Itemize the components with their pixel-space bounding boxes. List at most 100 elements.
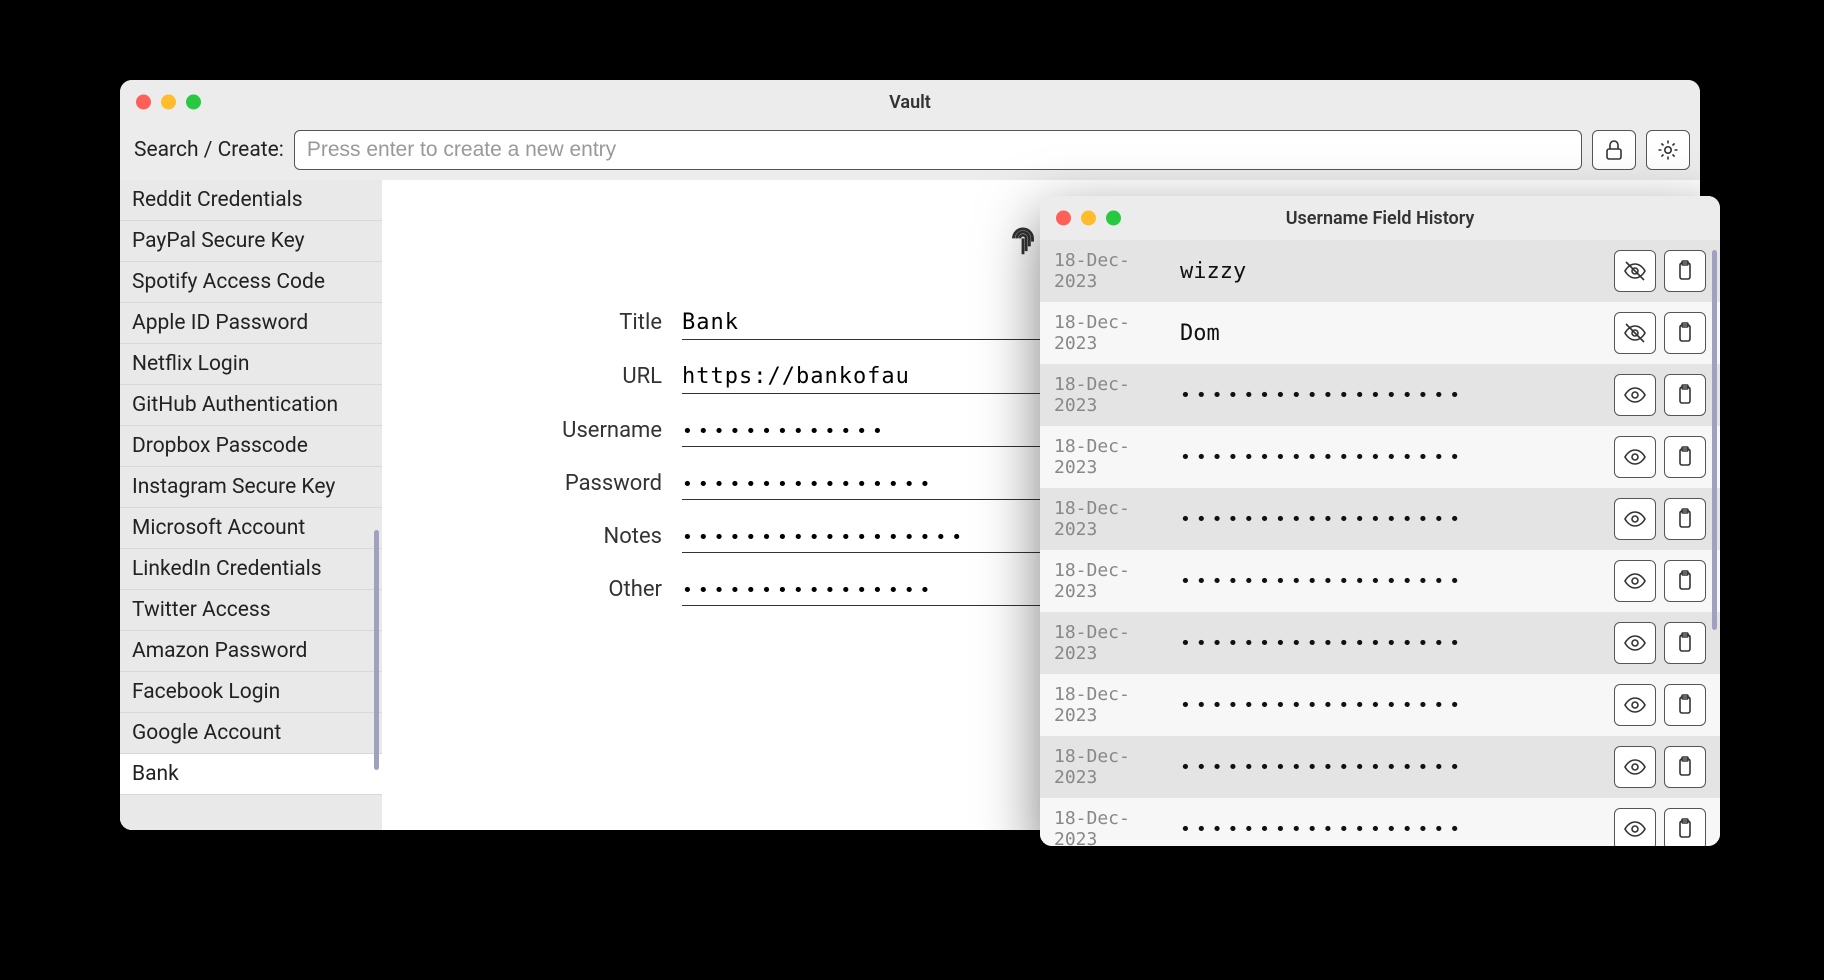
history-value: •••••••••••••••••• [1180, 819, 1598, 840]
history-row: 18-Dec-2023 •••••••••••••••••• [1040, 612, 1720, 674]
reveal-button[interactable] [1614, 622, 1656, 664]
history-row: 18-Dec-2023 wizzy [1040, 240, 1720, 302]
sidebar[interactable]: Reddit CredentialsPayPal Secure KeySpoti… [120, 180, 382, 830]
eye-icon [1623, 693, 1647, 717]
history-date: 18-Dec-2023 [1054, 250, 1164, 292]
history-window: Username Field History 18-Dec-2023wizzy1… [1040, 196, 1720, 846]
history-value: •••••••••••••••••• [1180, 757, 1598, 778]
sidebar-item[interactable]: Google Account [120, 713, 382, 754]
field-label: Other [442, 577, 662, 602]
sidebar-item[interactable]: Reddit Credentials [120, 180, 382, 221]
search-input[interactable] [294, 130, 1582, 170]
history-value: •••••••••••••••••• [1180, 509, 1598, 530]
history-row: 18-Dec-2023 •••••••••••••••••• [1040, 364, 1720, 426]
history-value: •••••••••••••••••• [1180, 695, 1598, 716]
settings-button[interactable] [1646, 130, 1690, 170]
close-button[interactable] [136, 95, 151, 110]
copy-button[interactable] [1664, 622, 1706, 664]
eye-icon [1623, 817, 1647, 841]
clipboard-icon [1673, 693, 1697, 717]
sidebar-item[interactable]: Netflix Login [120, 344, 382, 385]
copy-button[interactable] [1664, 250, 1706, 292]
sidebar-item[interactable]: Amazon Password [120, 631, 382, 672]
history-value: •••••••••••••••••• [1180, 385, 1598, 406]
sidebar-item[interactable]: Microsoft Account [120, 508, 382, 549]
field-label: Username [442, 418, 662, 443]
reveal-button[interactable] [1614, 560, 1656, 602]
sidebar-item[interactable]: Twitter Access [120, 590, 382, 631]
lock-icon [1602, 138, 1626, 162]
sidebar-item[interactable]: Bank [120, 754, 382, 795]
reveal-button[interactable] [1614, 436, 1656, 478]
eye-icon [1623, 383, 1647, 407]
minimize-button[interactable] [1081, 211, 1096, 226]
sidebar-item[interactable]: Spotify Access Code [120, 262, 382, 303]
copy-button[interactable] [1664, 436, 1706, 478]
clipboard-icon [1673, 569, 1697, 593]
sidebar-item[interactable]: GitHub Authentication [120, 385, 382, 426]
history-actions [1614, 250, 1706, 292]
copy-button[interactable] [1664, 312, 1706, 354]
field-label: Notes [442, 524, 662, 549]
reveal-button[interactable] [1614, 684, 1656, 726]
history-date: 18-Dec-2023 [1054, 374, 1164, 416]
reveal-button[interactable] [1614, 808, 1656, 846]
sidebar-item[interactable]: LinkedIn Credentials [120, 549, 382, 590]
main-titlebar: Vault [120, 80, 1700, 124]
sidebar-item[interactable]: PayPal Secure Key [120, 221, 382, 262]
copy-button[interactable] [1664, 374, 1706, 416]
copy-button[interactable] [1664, 498, 1706, 540]
history-actions [1614, 808, 1706, 846]
maximize-button[interactable] [1106, 211, 1121, 226]
history-actions [1614, 560, 1706, 602]
copy-button[interactable] [1664, 560, 1706, 602]
history-date: 18-Dec-2023 [1054, 746, 1164, 788]
sidebar-item[interactable]: Dropbox Passcode [120, 426, 382, 467]
copy-button[interactable] [1664, 684, 1706, 726]
history-date: 18-Dec-2023 [1054, 436, 1164, 478]
hide-button[interactable] [1614, 312, 1656, 354]
history-row: 18-Dec-2023 •••••••••••••••••• [1040, 550, 1720, 612]
main-window-title: Vault [120, 92, 1700, 113]
maximize-button[interactable] [186, 95, 201, 110]
history-actions [1614, 746, 1706, 788]
clipboard-icon [1673, 817, 1697, 841]
history-value: Dom [1180, 321, 1598, 346]
history-actions [1614, 684, 1706, 726]
minimize-button[interactable] [161, 95, 176, 110]
reveal-button[interactable] [1614, 374, 1656, 416]
clipboard-icon [1673, 259, 1697, 283]
history-value: •••••••••••••••••• [1180, 633, 1598, 654]
history-body[interactable]: 18-Dec-2023 wizzy 18-Dec-2023 Dom 18-Dec-202… [1040, 240, 1720, 846]
hide-button[interactable] [1614, 250, 1656, 292]
fingerprint-icon [1004, 221, 1042, 259]
copy-button[interactable] [1664, 746, 1706, 788]
history-row: 18-Dec-2023•••••••••••••••••• [1040, 798, 1720, 846]
reveal-button[interactable] [1614, 498, 1656, 540]
eye-off-icon [1623, 321, 1647, 345]
lock-button[interactable] [1592, 130, 1636, 170]
history-value: •••••••••••••••••• [1180, 571, 1598, 592]
eye-icon [1623, 631, 1647, 655]
clipboard-icon [1673, 755, 1697, 779]
sidebar-item[interactable]: Apple ID Password [120, 303, 382, 344]
history-actions [1614, 374, 1706, 416]
history-date: 18-Dec-2023 [1054, 622, 1164, 664]
history-value: wizzy [1180, 259, 1598, 284]
history-traffic-lights [1056, 211, 1121, 226]
history-date: 18-Dec-2023 [1054, 560, 1164, 602]
field-label: URL [442, 364, 662, 389]
copy-button[interactable] [1664, 808, 1706, 846]
eye-icon [1623, 507, 1647, 531]
field-label: Password [442, 471, 662, 496]
close-button[interactable] [1056, 211, 1071, 226]
history-row: 18-Dec-2023•••••••••••••••••• [1040, 426, 1720, 488]
clipboard-icon [1673, 383, 1697, 407]
history-window-title: Username Field History [1040, 208, 1720, 229]
sidebar-item[interactable]: Facebook Login [120, 672, 382, 713]
search-label: Search / Create: [134, 138, 284, 162]
sidebar-item[interactable]: Instagram Secure Key [120, 467, 382, 508]
history-actions [1614, 312, 1706, 354]
reveal-button[interactable] [1614, 746, 1656, 788]
field-label: Title [442, 310, 662, 335]
